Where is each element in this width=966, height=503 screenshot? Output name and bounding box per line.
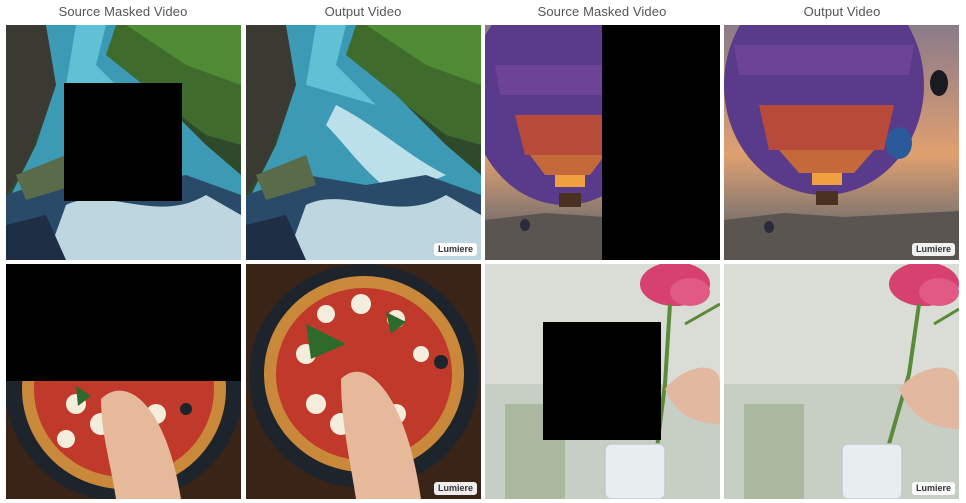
balloon-scene-image	[724, 25, 959, 260]
video-tile-flower-source[interactable]	[485, 264, 720, 499]
lumiere-badge: Lumiere	[433, 243, 477, 256]
video-mask-square	[543, 322, 661, 440]
lumiere-badge: Lumiere	[433, 482, 477, 495]
header-output-video-2: Output Video	[803, 4, 881, 19]
lumiere-badge: Lumiere	[911, 243, 955, 256]
video-tile-flower-output[interactable]: Lumiere	[724, 264, 959, 499]
header-source-masked-video-2: Source Masked Video	[537, 4, 667, 19]
video-tile-river-source[interactable]	[6, 25, 241, 260]
video-tile-river-output[interactable]: Lumiere	[246, 25, 481, 260]
video-mask-square	[64, 83, 182, 201]
pizza-scene-image	[246, 264, 481, 499]
video-tile-pizza-output[interactable]: Lumiere	[246, 264, 481, 499]
video-tile-pizza-source[interactable]	[6, 264, 241, 499]
video-tile-balloon-source[interactable]	[485, 25, 720, 260]
video-mask-rect	[602, 25, 720, 260]
header-source-masked-video-1: Source Masked Video	[58, 4, 188, 19]
video-mask-rect	[6, 264, 241, 381]
header-output-video-1: Output Video	[324, 4, 402, 19]
flower-scene-image	[724, 264, 959, 499]
lumiere-badge: Lumiere	[911, 482, 955, 495]
video-tile-balloon-output[interactable]: Lumiere	[724, 25, 959, 260]
river-scene-image	[246, 25, 481, 260]
